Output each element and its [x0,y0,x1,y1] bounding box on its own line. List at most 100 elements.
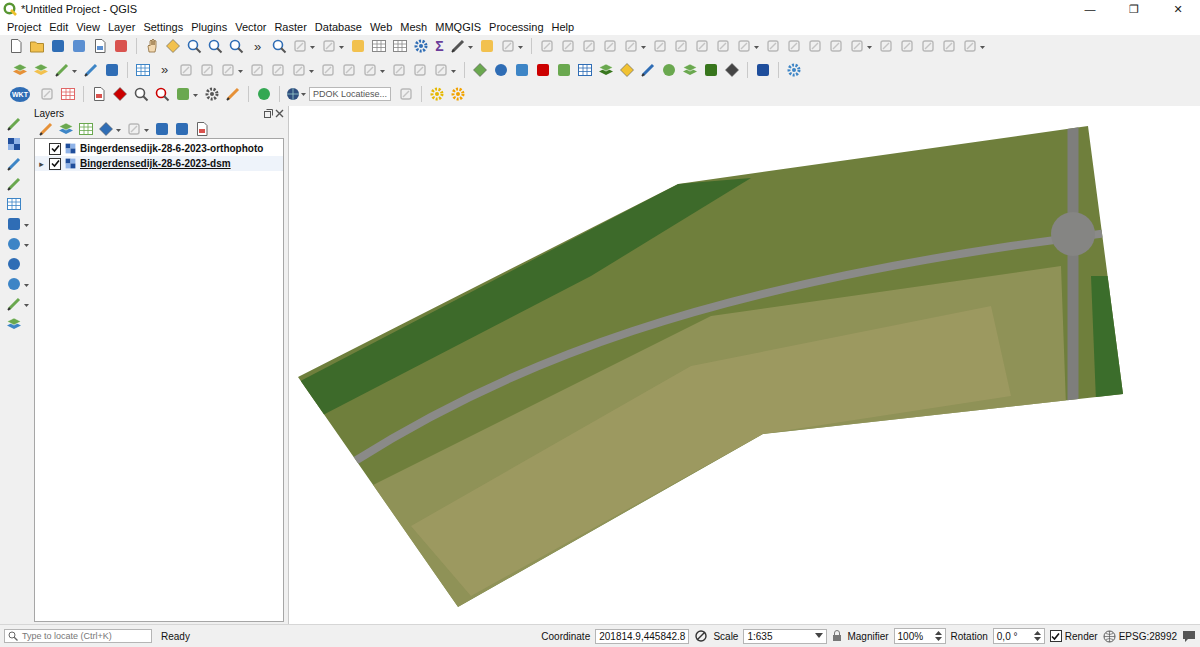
editing-tool-2-icon[interactable] [199,62,215,78]
add-wcs-icon[interactable] [6,276,30,292]
identify-features-icon[interactable] [271,38,287,54]
digitizing-tool-12-icon[interactable] [786,38,802,54]
digitizing-tool-11-icon[interactable] [765,38,781,54]
expand-arrow[interactable]: ▸ [37,159,46,169]
wkt-button[interactable]: WKT [10,87,30,102]
geocoder-yellow-icon[interactable] [429,86,445,102]
coordinate-field[interactable]: 201814.9,445842.8 [595,629,689,644]
add-virtual-icon[interactable] [6,296,30,312]
search-map-icon[interactable] [133,86,149,102]
add-group-icon[interactable] [58,121,74,137]
zoom-full-icon[interactable] [228,38,244,54]
plugin-yellow-icon[interactable] [619,62,635,78]
plugin-globe-icon[interactable] [493,62,509,78]
add-csv-icon[interactable] [6,156,22,172]
remove-layer-icon[interactable] [194,121,210,137]
digitize-cursor-icon[interactable] [39,86,55,102]
menu-item[interactable]: Plugins [191,21,227,33]
help-contents-icon[interactable] [755,62,771,78]
menu-item[interactable]: Database [315,21,362,33]
digitizing-tool-3-icon[interactable] [581,38,597,54]
map-canvas[interactable] [288,106,1200,624]
plugin-line-icon[interactable] [640,62,656,78]
zoom-out-icon[interactable] [207,38,223,54]
layer-row[interactable]: Bingerdensedijk-28-6-2023-orthophoto [35,141,283,156]
processing-toolbox-icon[interactable] [413,38,429,54]
plugin-red-icon[interactable] [535,62,551,78]
editing-tool-4-icon[interactable] [249,62,265,78]
locator-globe-icon[interactable] [285,86,307,102]
menu-item[interactable]: Processing [489,21,543,33]
editing-tool-11-icon[interactable] [412,62,428,78]
statistics-button[interactable]: Σ [432,38,446,54]
digitizing-tool-9-icon[interactable] [715,38,731,54]
add-postgis-icon[interactable] [104,62,120,78]
add-raster-layer-icon[interactable] [33,62,49,78]
add-spatialite-icon[interactable] [83,62,99,78]
add-wfs-icon[interactable] [6,256,22,272]
geocoder-orange-icon[interactable] [450,86,466,102]
digitizing-tool-13-icon[interactable] [807,38,823,54]
magnifier-spinbox[interactable]: 100% [894,628,946,644]
map-tips-icon[interactable] [479,38,495,54]
collapse-all-icon[interactable] [174,121,190,137]
menu-item[interactable]: Mesh [400,21,427,33]
lock-scale-icon[interactable] [832,630,842,642]
digitizing-tool-7-icon[interactable] [673,38,689,54]
copy-coordinates-icon[interactable] [91,86,107,102]
add-layer-group-icon[interactable] [6,316,22,332]
editing-tool-9-icon[interactable] [362,62,386,78]
menu-item[interactable]: MMQGIS [435,21,481,33]
plugin-triangle-icon[interactable] [472,62,488,78]
render-toggle[interactable]: Render [1050,630,1098,642]
digitizing-tool-1-icon[interactable] [539,38,555,54]
manage-themes-icon[interactable] [78,121,94,137]
scale-combo[interactable]: 1:635 [743,629,827,644]
editing-tool-10-icon[interactable] [391,62,407,78]
add-raster-icon[interactable] [6,136,22,152]
digitizing-tool-20-icon[interactable] [962,38,986,54]
digitizing-tool-14-icon[interactable] [828,38,844,54]
share-link-icon[interactable] [256,86,272,102]
settings-tool-icon[interactable] [225,86,241,102]
plugin-tree-icon[interactable] [724,62,740,78]
window-control[interactable]: ✕ [1156,3,1200,16]
rotation-spinbox[interactable]: 0,0 ° [993,628,1045,644]
editing-tool-7-icon[interactable] [320,62,336,78]
locate-field[interactable]: Type to locate (Ctrl+K) [4,629,152,643]
plugin-terrain-icon[interactable] [682,62,698,78]
add-vector-layer-icon[interactable] [12,62,28,78]
filter-expression-icon[interactable] [126,121,150,137]
plugin-layers-icon[interactable] [598,62,614,78]
add-wms-icon[interactable] [135,62,151,78]
digitizing-tool-16-icon[interactable] [878,38,894,54]
add-delimited-text-icon[interactable] [54,62,78,78]
editing-tool-5-icon[interactable] [270,62,286,78]
plugin-network-icon[interactable] [786,62,802,78]
virtual-layer-icon[interactable] [6,196,22,212]
window-control[interactable]: — [1068,3,1112,16]
zoom-select-icon[interactable] [175,86,199,102]
digitizing-tool-10-icon[interactable] [736,38,760,54]
toggle-extents-icon[interactable] [694,629,708,643]
field-calculator-icon[interactable] [392,38,408,54]
editing-tool-3-icon[interactable] [220,62,244,78]
expand-all-icon[interactable] [154,121,170,137]
color-picker-icon[interactable] [60,86,76,102]
toolbar-overflow[interactable]: » [247,39,268,54]
menu-item[interactable]: Web [370,21,392,33]
pan-map-icon[interactable] [144,38,160,54]
editing-tool-8-icon[interactable] [341,62,357,78]
save-as-icon[interactable] [71,38,87,54]
text-annotation-icon[interactable] [500,38,524,54]
attribute-table-icon[interactable] [371,38,387,54]
menu-item[interactable]: Edit [49,21,68,33]
float-panel-icon[interactable] [264,109,273,118]
crs-button[interactable]: EPSG:28992 [1103,630,1177,643]
search-red-icon[interactable] [154,86,170,102]
python-console-icon[interactable] [514,62,530,78]
editing-tool-6-icon[interactable] [291,62,315,78]
layer-row[interactable]: ▸Bingerdensedijk-28-6-2023-dsm [35,156,283,171]
menu-item[interactable]: Raster [274,21,306,33]
digitizing-tool-5-icon[interactable] [623,38,647,54]
